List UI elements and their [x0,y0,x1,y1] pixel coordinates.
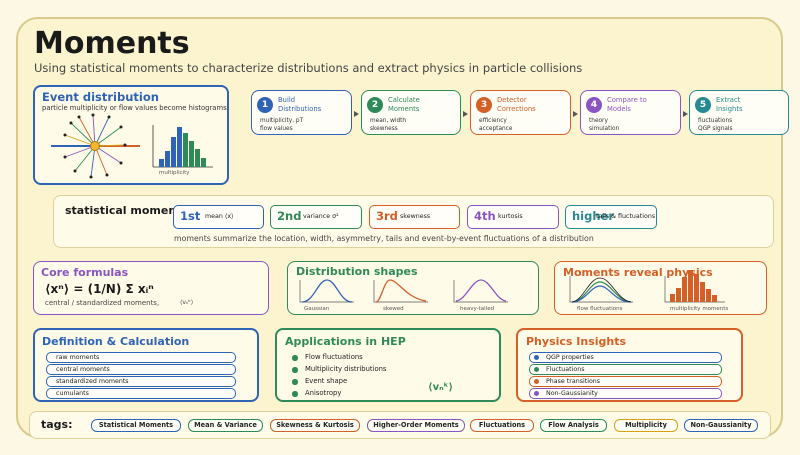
core-formulas-title: Core formulas [41,266,129,279]
tag-statistical-moments[interactable]: Statistical Moments [91,419,181,432]
plot-label-multiplicity: multiplicity moments [670,306,729,312]
arrow-icon [463,111,468,117]
bullet-icon [292,355,298,361]
insight-item: Fluctuations [529,364,722,375]
insight-label: Fluctuations [546,366,585,373]
definition-title: Definition & Calculation [42,335,190,348]
definition-item: cumulants [46,388,236,399]
histogram-axis-label: multiplicity [159,170,190,176]
plot-label-flow: flow fluctuations [577,306,623,312]
page-title: Moments [34,26,190,61]
shape-label-skewed: skewed [383,306,404,312]
bullet-icon [534,379,539,384]
bullet-icon [534,367,539,372]
moments-summary: moments summarize the location, width, a… [174,234,594,243]
arrow-icon [354,111,359,117]
definition-item: central moments [46,364,236,375]
applications-hep-panel: Applications in HEP Flow fluctuations Mu… [275,328,501,402]
order-description: variance σ² [303,213,339,220]
moments-reveal-title: Moments reveal physics [563,266,713,279]
tag-higher-order-moments[interactable]: Higher-Order Moments [367,419,465,432]
tag-mean-variance[interactable]: Mean & Variance [188,419,263,432]
step-detail: efficiency acceptance [479,118,513,132]
step-label: Compare to Models [607,96,647,113]
page-subtitle: Using statistical moments to characteriz… [34,61,583,75]
order-description: tails & fluctuations [596,213,656,220]
physics-insights-panel: Physics Insights QGP properties Fluctuat… [516,328,743,402]
application-item: Flow fluctuations [305,353,363,361]
arrow-icon [683,111,688,117]
moment-order-4th: 4th kurtosis [467,205,559,229]
definition-item: standardized moments [46,376,236,387]
step-detail: fluctuations QGP signals [698,118,733,132]
step-detector-corrections: 3 Detector Corrections efficiency accept… [470,90,571,135]
order-description: mean ⟨x⟩ [205,213,234,220]
event-distribution-panel: Event distribution particle multiplicity… [33,85,229,185]
tags-label: tags: [41,418,73,431]
statistical-moments-label: statistical moments [65,204,188,217]
order-description: skewness [400,213,431,220]
insight-label: Non-Gaussianity [546,390,598,397]
step-detail: mean, width skewness [370,118,407,132]
application-item: Multiplicity distributions [305,365,387,373]
formula-note: central / standardized moments, [45,299,160,307]
step-extract-insights: 5 Extract Insights fluctuations QGP sign… [689,90,789,135]
moment-order-1st: 1st mean ⟨x⟩ [173,205,264,229]
bullet-icon [292,379,298,385]
moment-order-higher: higher tails & fluctuations [565,205,657,229]
physics-insights-title: Physics Insights [526,335,627,348]
bullet-icon [534,391,539,396]
order-label: 4th [474,209,496,223]
collision-illustration [51,113,213,179]
order-description: kurtosis [498,213,523,220]
tag-multiplicity[interactable]: Multiplicity [614,419,678,432]
step-calculate-moments: 2 Calculate Moments mean, width skewness [361,90,461,135]
insight-label: QGP properties [546,354,594,361]
flow-symbol: ⟨vₙᵏ⟩ [428,382,454,393]
step-build-distributions: 1 Build Distributions multiplicity, pT f… [251,90,352,135]
step-number: 5 [695,97,711,113]
step-number: 2 [367,97,383,113]
step-detail: theory simulation [589,118,620,132]
tag-fluctuations[interactable]: Fluctuations [470,419,534,432]
order-label: 3rd [376,209,398,223]
step-number: 3 [476,97,492,113]
moment-order-2nd: 2nd variance σ² [270,205,362,229]
arrow-icon [573,111,578,117]
step-number: 4 [586,97,602,113]
definition-item: raw moments [46,352,236,363]
step-label: Calculate Moments [388,96,420,113]
insight-item: QGP properties [529,352,722,363]
core-formulas-panel: Core formulas ⟨xⁿ⟩ = (1/N) Σ xᵢⁿ central… [33,261,269,315]
step-label: Detector Corrections [497,96,536,113]
moments-reveal-physics-panel: Moments reveal physics flow fluctuations… [554,261,767,315]
shape-label-heavy-tailed: heavy-tailed [460,306,495,312]
insight-label: Phase transitions [546,378,601,385]
shape-label-gaussian: Gaussian [304,306,330,312]
applications-title: Applications in HEP [285,335,406,348]
tag-skewness-kurtosis[interactable]: Skewness & Kurtosis [270,419,360,432]
moment-formula: ⟨xⁿ⟩ = (1/N) Σ xᵢⁿ [45,282,154,296]
step-number: 1 [257,97,273,113]
bullet-icon [534,355,539,360]
definition-calculation-panel: Definition & Calculation raw moments cen… [33,328,259,402]
moment-order-3rd: 3rd skewness [369,205,460,229]
application-item: Event shape [305,377,348,385]
order-label: 2nd [277,209,302,223]
formula-note-symbol: ⟨vₙᵏ⟩ [180,299,194,306]
step-label: Extract Insights [716,96,743,113]
bullet-icon [292,367,298,373]
order-label: 1st [180,209,201,223]
distribution-shapes-panel: Distribution shapes Gaussian skewed heav… [287,261,539,315]
tag-flow-analysis[interactable]: Flow Analysis [540,419,607,432]
insight-item: Phase transitions [529,376,722,387]
application-item: Anisotropy [305,389,342,397]
step-label: Build Distributions [278,96,322,113]
step-compare-models: 4 Compare to Models theory simulation [580,90,681,135]
bullet-icon [292,391,298,397]
step-detail: multiplicity, pT flow values [260,118,304,132]
insight-item: Non-Gaussianity [529,388,722,399]
tag-non-gaussianity[interactable]: Non-Gaussianity [684,419,758,432]
